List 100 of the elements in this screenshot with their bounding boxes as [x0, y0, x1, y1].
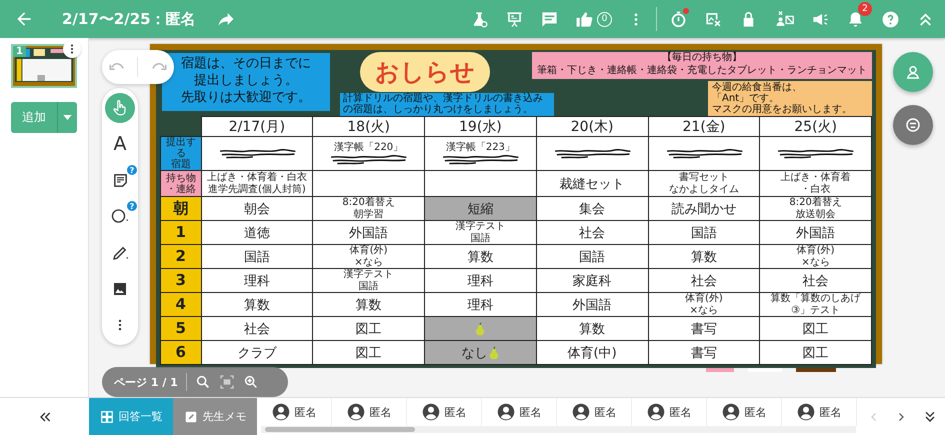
- chalk: [748, 368, 782, 372]
- row-label: 持ち物 ・連絡: [160, 170, 201, 196]
- table-cell: 社会: [648, 268, 760, 292]
- table-cell: 理科: [424, 292, 536, 316]
- note-icon: [112, 172, 128, 189]
- row-label: 提出する 宿題: [160, 136, 201, 170]
- pointer-tool[interactable]: [105, 93, 135, 124]
- help-icon[interactable]: [881, 10, 900, 28]
- row-label: 6: [160, 340, 201, 364]
- homework-note: 宿題は、その日までに 提出しましょう。 先取りは大歓迎です。: [162, 53, 330, 111]
- table-cell: 集会: [536, 196, 648, 220]
- pear-icon: [489, 346, 500, 360]
- avatar-icon: [796, 403, 814, 421]
- notice-title: おしらせ: [360, 52, 490, 92]
- belongings-note: 【毎日の持ち物】 筆箱・下じき・連絡帳・連絡袋・充電したタブレット・ランチョンマット: [532, 52, 872, 79]
- table-cell: なし: [424, 340, 536, 364]
- thumbs-up-icon: [575, 10, 594, 28]
- page-number: 1: [13, 46, 26, 57]
- comment-icon[interactable]: [540, 10, 559, 28]
- table-cell: 漢字テスト 国語: [424, 220, 536, 244]
- table-cell: 算数: [648, 244, 760, 268]
- timer-icon[interactable]: [669, 10, 688, 28]
- image-icon: [112, 280, 128, 297]
- table-cell: 短縮: [424, 196, 536, 220]
- zoom-out-icon[interactable]: [194, 374, 211, 390]
- table-cell: 外国語: [536, 292, 648, 316]
- like-count: 0: [597, 12, 612, 26]
- presentation-icon[interactable]: [505, 10, 524, 28]
- table-cell: 書写: [648, 340, 760, 364]
- table-cell: 図工: [760, 340, 872, 364]
- table-cell: クラブ: [201, 340, 313, 364]
- table-cell: 算数: [424, 244, 536, 268]
- table-cell: 図工: [312, 316, 424, 340]
- date-header: 21(金): [648, 116, 760, 136]
- lunch-note: 今週の給食当番は、 「Ant」です。 マスクの用意をお願いします。: [708, 81, 872, 116]
- table-cell: 裁縫セット: [536, 170, 648, 196]
- table-cell: 漢字テスト 国語: [312, 268, 424, 292]
- notification-badge: 2: [858, 2, 872, 16]
- row-label: 5: [160, 316, 201, 340]
- table-cell: 社会: [201, 316, 313, 340]
- table-cell: 国語: [648, 220, 760, 244]
- table-cell: 書写セット なかよしタイム: [648, 170, 760, 196]
- table-cell: 算数: [201, 292, 313, 316]
- table-cell: 8:20着替え 朝学習: [312, 196, 424, 220]
- caret-icon: [63, 115, 72, 120]
- table-cell: 朝会: [201, 196, 313, 220]
- table-cell: 8:20着替え 放送朝会: [760, 196, 872, 220]
- table-cell: 体育(外) ×なら: [312, 244, 424, 268]
- eraser: [796, 368, 836, 372]
- slide-thumbnail-drawing: [13, 46, 75, 86]
- chalk: [706, 368, 734, 372]
- table-cell: 算数: [312, 292, 424, 316]
- fit-screen-icon[interactable]: [218, 374, 235, 390]
- edit-note-icon: [184, 410, 198, 424]
- face-icon: [904, 116, 922, 134]
- table-cell: 書写: [648, 316, 760, 340]
- table-cell: 体育(外) ×なら: [648, 292, 760, 316]
- add-dropdown-button[interactable]: [57, 102, 77, 133]
- row-label: 2: [160, 244, 201, 268]
- table-cell: 理科: [201, 268, 313, 292]
- row-label: 4: [160, 292, 201, 316]
- avatar-icon: [346, 403, 364, 421]
- date-header: 19(水): [424, 116, 536, 136]
- shape-tool[interactable]: ?: [105, 201, 135, 232]
- face-button[interactable]: [893, 105, 933, 145]
- table-cell: 国語: [536, 244, 648, 268]
- date-header: 20(木): [536, 116, 648, 136]
- row-label: 朝: [160, 196, 201, 220]
- date-header: 25(火): [760, 116, 872, 136]
- person-badge-button[interactable]: [893, 52, 933, 92]
- row-label: 3: [160, 268, 201, 292]
- pear-icon: [475, 322, 486, 336]
- table-cell: 算数「算数のしあげ ③」テスト: [760, 292, 872, 316]
- zoom-in-icon[interactable]: [242, 374, 259, 390]
- table-cell: 社会: [760, 268, 872, 292]
- table-cell: 図工: [760, 316, 872, 340]
- scrollbar[interactable]: [261, 426, 856, 433]
- avatar-icon: [272, 403, 290, 421]
- table-cell: 理科: [424, 268, 536, 292]
- page-menu-icon[interactable]: [63, 40, 81, 58]
- table-cell: 漢字帳「220」: [312, 136, 424, 170]
- text-tool[interactable]: A: [105, 129, 135, 160]
- help-badge: ?: [127, 165, 137, 176]
- table-cell: 体育(中): [536, 340, 648, 364]
- table-cell: 読み聞かせ: [648, 196, 760, 220]
- table-cell: 上ばき・体育着・白衣 進学先調査(個人封筒): [201, 170, 313, 196]
- table-cell: 家庭科: [536, 268, 648, 292]
- avatar-icon: [722, 403, 740, 421]
- help-badge: ?: [127, 201, 137, 212]
- circle-icon: [111, 207, 129, 226]
- table-cell: 漢字帳「223」: [424, 136, 536, 170]
- people-icon[interactable]: [774, 10, 795, 28]
- drill-note: 計算ドリルの宿題や、漢字ドリルの書き込み の宿題は、しっかり丸つけをしましょう。: [340, 93, 554, 116]
- table-cell: 社会: [536, 220, 648, 244]
- avatar-icon: [496, 403, 514, 421]
- date-header: 2/17(月): [201, 116, 313, 136]
- avatar-icon: [646, 403, 664, 421]
- page-indicator: ページ 1 / 1: [114, 374, 178, 390]
- note-tool[interactable]: ?: [105, 165, 135, 196]
- avatar-icon: [422, 403, 440, 421]
